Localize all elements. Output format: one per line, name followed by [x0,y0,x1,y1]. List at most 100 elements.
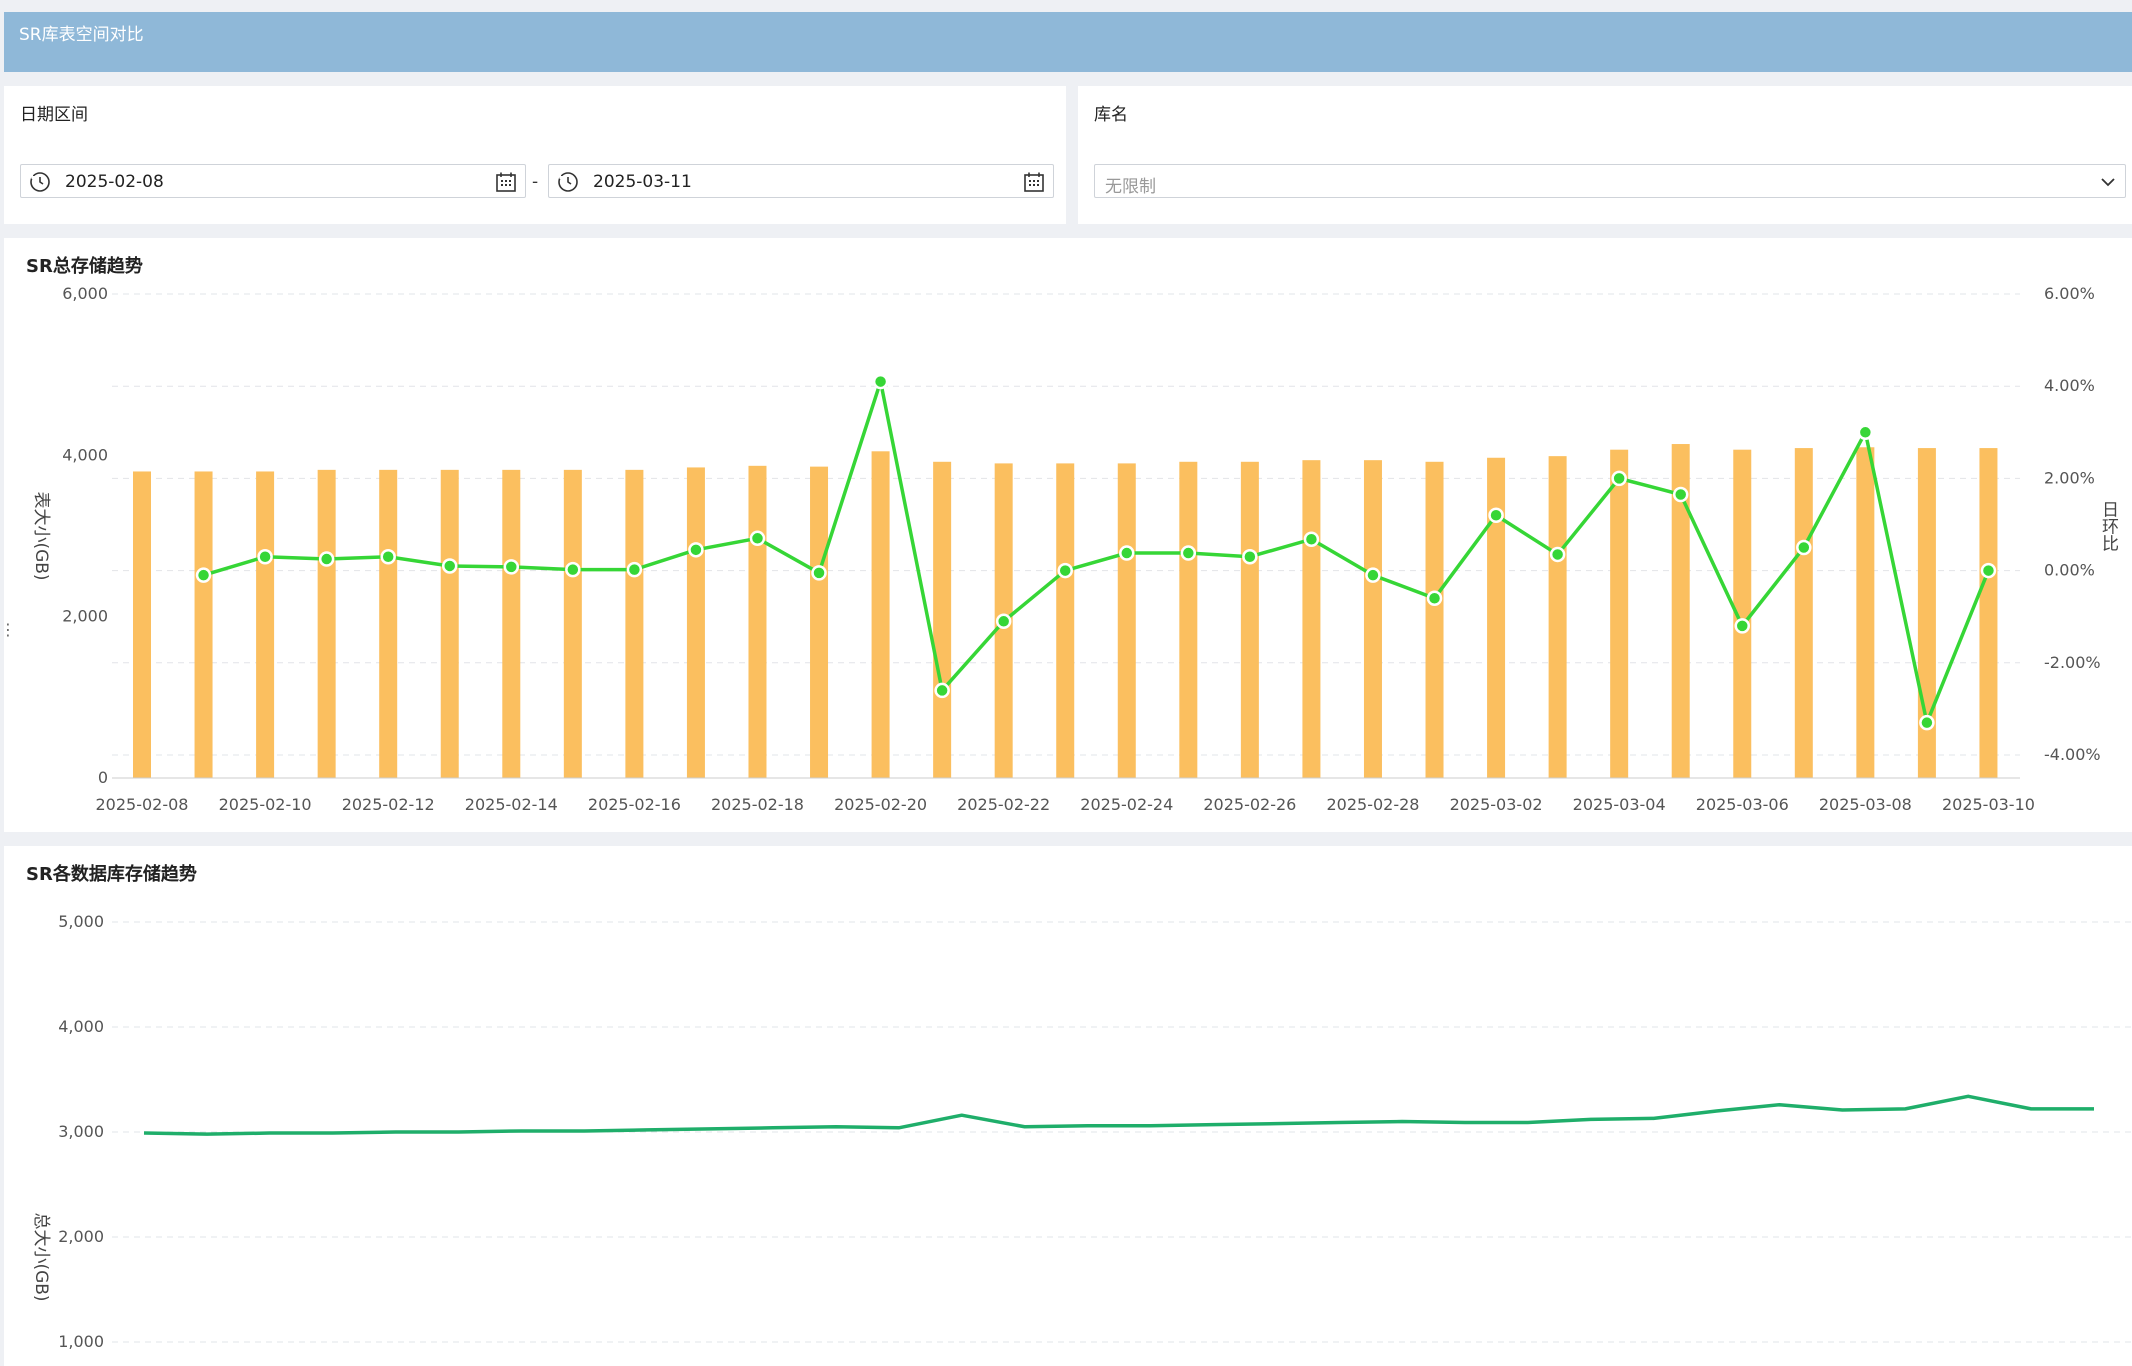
data-point [380,548,396,565]
x-tick-label: 2025-02-20 [834,795,927,814]
x-tick-label: 2025-02-14 [465,795,558,814]
data-point [1611,470,1627,487]
bar [933,461,952,778]
y2-tick-label: 2.00% [2044,468,2095,487]
y2-tick-label: -2.00% [2044,653,2101,672]
bar [1302,460,1321,778]
data-point [1426,590,1443,606]
bar [133,471,151,778]
y-tick-label: 2,000 [58,1227,104,1246]
date-range-label: 日期区间 [20,105,88,125]
y-tick-label: 6,000 [62,284,108,303]
bar [1117,463,1136,778]
data-point [1549,546,1566,563]
bar [256,471,275,778]
data-point [1180,545,1197,561]
data-point [811,565,827,581]
data-point [195,567,212,583]
y-tick-label: 1,000 [58,1332,104,1351]
data-point [1488,507,1504,524]
y2-tick-label: 4.00% [2044,376,2095,395]
y2-axis-label: 日环比 [2098,501,2119,552]
x-tick-label: 2025-02-26 [1203,795,1296,814]
y-tick-label: 5,000 [58,912,104,931]
database-select[interactable]: 无限制 [1094,164,2126,198]
bar [1240,461,1259,778]
bar [1548,456,1567,778]
x-tick-label: 2025-03-06 [1696,795,1789,814]
date-range-separator: - [532,172,539,192]
bar [317,469,336,778]
data-point [749,530,766,547]
drag-handle-icon[interactable]: ⋮ [0,622,16,656]
database-label: 库名 [1094,105,1128,125]
data-point [257,548,273,565]
y2-tick-label: -4.00% [2044,745,2101,764]
data-point [1857,424,1874,441]
bar [1056,463,1075,778]
total-storage-chart-card: SR总存储趋势 0 2,000 4,000 6,000 -4.00% -2.00% 0.00… [4,238,2132,832]
clock-icon [558,172,578,192]
bar [502,469,521,778]
database-filter: 库名 无限制 [1078,86,2132,224]
bar [1856,447,1875,778]
y2-tick-label: 6.00% [2044,284,2095,303]
y-axis-label: 表大小(GB) [31,491,51,580]
bar [1425,461,1444,778]
data-point [1919,714,1935,731]
storage-line [143,1094,2094,1136]
x-tick-label: 2025-02-16 [588,795,681,814]
bar [1610,449,1629,778]
data-point [1980,562,1997,579]
bar [379,469,398,778]
data-point [1734,618,1751,634]
y-tick-label: 4,000 [62,445,108,464]
x-tick-label: 2025-02-18 [711,795,804,814]
end-date-input[interactable]: 2025-03-11 [548,164,1054,198]
bar [810,466,829,778]
total-storage-chart: 0 2,000 4,000 6,000 -4.00% -2.00% 0.00% 2.00% 4.… [31,284,2119,814]
x-tick-label: 2025-03-02 [1450,795,1543,814]
data-point [995,613,1012,630]
x-tick-label: 2025-03-10 [1942,795,2035,814]
bar [563,469,582,778]
x-tick-label: 2025-02-22 [957,795,1050,814]
calendar-icon[interactable] [495,171,517,193]
data-point [626,561,643,578]
y-tick-label: 2,000 [62,607,108,626]
data-point [1057,562,1073,579]
bar [1979,448,1998,778]
y2-tick-label: 0.00% [2044,561,2095,580]
data-point [688,542,704,558]
data-point [1242,548,1258,565]
x-tick-label: 2025-02-28 [1326,795,1419,814]
data-point [1672,486,1689,503]
y-tick-label: 0 [98,768,108,787]
start-date-input[interactable]: 2025-02-08 [20,164,526,198]
clock-icon [30,172,50,192]
bar [1179,461,1198,778]
calendar-icon[interactable] [1023,171,1045,193]
bar [625,469,644,778]
data-point [1119,545,1135,561]
page-title: SR库表空间对比 [19,25,144,45]
data-point [441,558,458,574]
start-date-value: 2025-02-08 [65,172,164,192]
y-tick-label: 3,000 [58,1122,104,1141]
bar [686,467,705,778]
bar [1794,448,1813,778]
data-point [503,559,520,575]
y-axis-label: 总大小(GB) [31,1212,51,1301]
end-date-value: 2025-03-11 [593,172,692,192]
x-tick-label: 2025-03-08 [1819,795,1912,814]
bar [440,469,459,778]
x-tick-label: 2025-02-10 [219,795,312,814]
bar [748,465,767,778]
data-point [872,373,889,390]
page-header: SR库表空间对比 [4,12,2132,72]
x-tick-label: 2025-02-12 [342,795,435,814]
data-point [318,551,335,567]
data-point [1796,539,1812,556]
data-point [934,682,950,699]
chevron-down-icon [2101,178,2115,187]
